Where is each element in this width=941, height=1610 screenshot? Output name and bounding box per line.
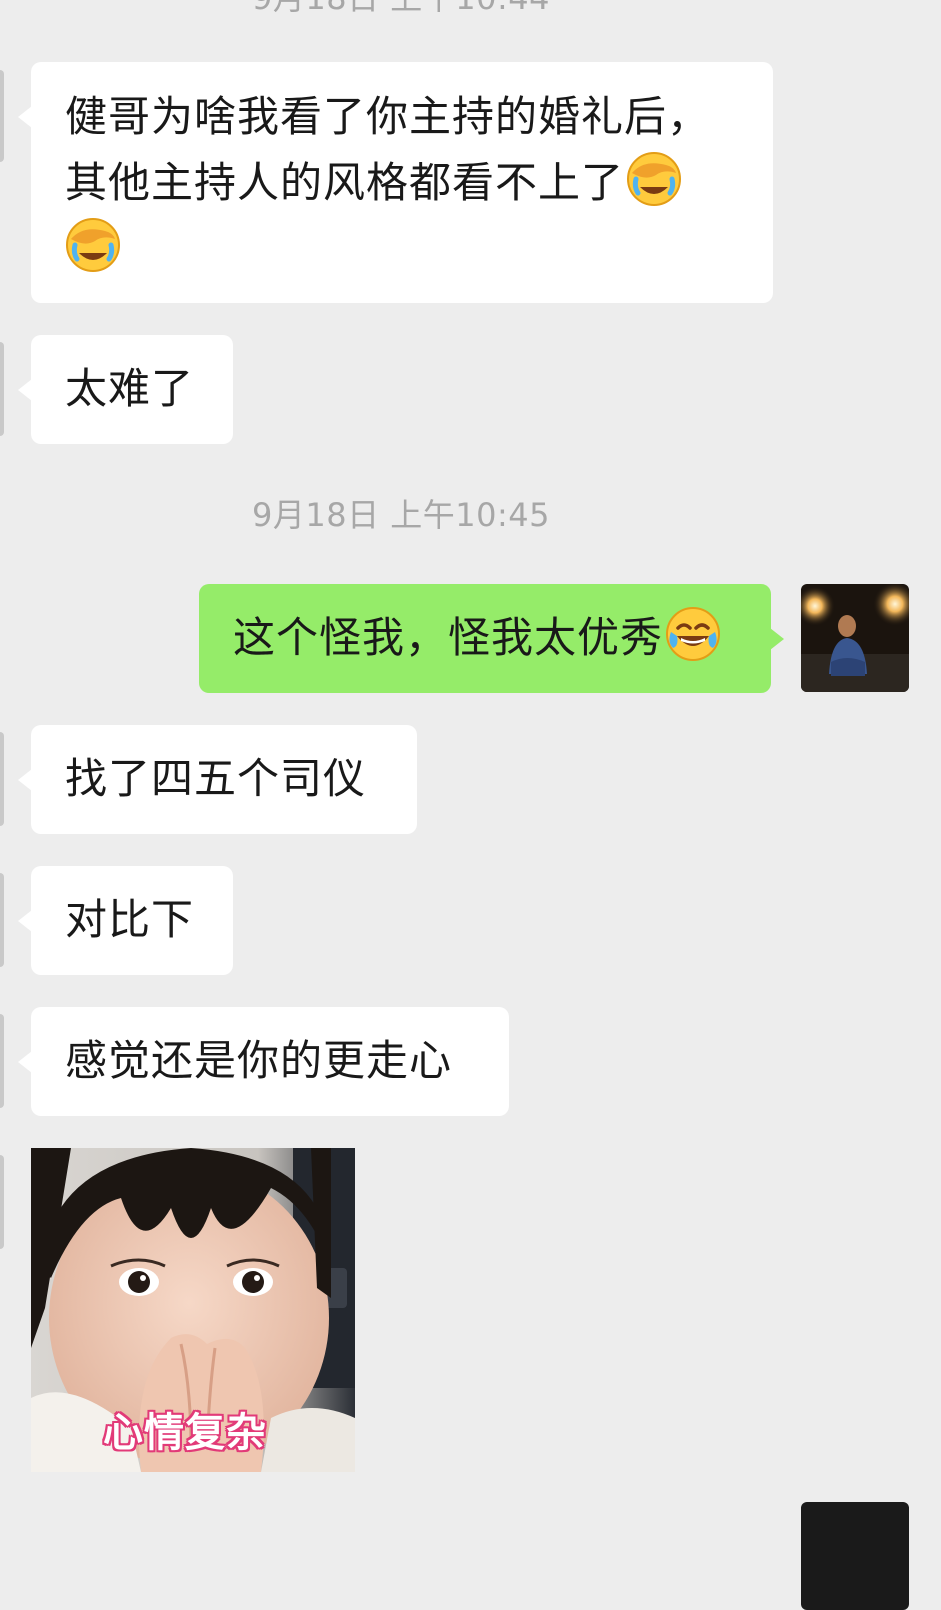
contact-avatar[interactable] <box>0 732 4 826</box>
facepalm-laugh-emoji <box>65 217 121 273</box>
facepalm-laugh-emoji <box>626 151 682 207</box>
message-text: 这个怪我，怪我太优秀 <box>233 613 664 662</box>
sticker-caption: 心情复杂 <box>103 1410 267 1456</box>
contact-avatar[interactable] <box>0 873 4 967</box>
message-text: 太难了 <box>65 364 195 413</box>
message-text: 对比下 <box>65 895 195 944</box>
contact-avatar[interactable] <box>0 342 4 436</box>
message-text: 健哥为啥我看了你主持的婚礼后， <box>65 92 711 141</box>
message-text-line: 其他主持人的风格都看不上了 <box>65 150 753 216</box>
incoming-message-bubble[interactable]: 找了四五个司仪 <box>18 725 417 834</box>
incoming-message-bubble[interactable]: 感觉还是你的更走心 <box>18 1007 509 1116</box>
message-text: 其他主持人的风格都看不上了 <box>65 158 625 207</box>
my-avatar[interactable] <box>801 584 909 692</box>
message-text: 感觉还是你的更走心 <box>65 1036 453 1085</box>
incoming-message-bubble[interactable]: 对比下 <box>18 866 233 975</box>
message-text-line: 这个怪我，怪我太优秀 <box>233 605 771 671</box>
incoming-message-bubble[interactable]: 健哥为啥我看了你主持的婚礼后， 其他主持人的风格都看不上了 <box>18 62 773 303</box>
tears-of-joy-emoji <box>665 606 721 662</box>
my-avatar[interactable] <box>801 1502 909 1610</box>
outgoing-message-bubble[interactable]: 这个怪我，怪我太优秀 <box>199 584 784 693</box>
contact-avatar[interactable] <box>0 70 4 162</box>
message-text-line <box>65 216 753 282</box>
sticker-message[interactable]: 心情复杂 <box>31 1148 355 1472</box>
incoming-message-bubble[interactable]: 太难了 <box>18 335 233 444</box>
timestamp: 9月18日 上午10:45 <box>252 496 550 534</box>
contact-avatar[interactable] <box>0 1155 4 1249</box>
timestamp: 9月18日 上午10:44 <box>0 0 802 18</box>
contact-avatar[interactable] <box>0 1014 4 1108</box>
message-text: 找了四五个司仪 <box>65 754 367 803</box>
